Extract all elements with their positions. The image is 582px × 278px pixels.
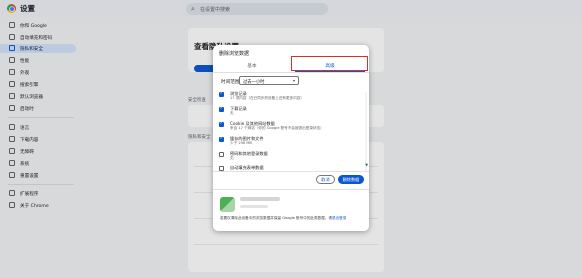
account-name-redacted [240,197,280,201]
time-range-value: 过去一小时 [243,79,265,85]
dialog-footer-text: 若要仅清除此设备中的浏览数据并保留 Google 账号中的此类数据，请退出登录 [220,216,347,220]
option-download-history[interactable]: 下载记录 无 [219,105,359,119]
checkbox-checked-icon[interactable] [219,91,224,97]
delete-data-button[interactable]: 删除数据 [338,175,364,184]
dialog-divider [213,171,369,172]
dialog-divider [213,189,369,190]
time-range-label: 时间范围 [221,80,240,85]
checkbox-checked-icon[interactable] [219,106,224,112]
highlight-box-advanced-tab [291,56,368,71]
chevron-down-icon: ▾ [292,78,295,84]
cancel-button[interactable]: 取消 [316,175,335,184]
scroll-down-arrow-icon[interactable]: ▼ [365,163,368,167]
dialog-scrollbar[interactable] [365,92,367,172]
time-range-select[interactable]: 过去一小时 ▾ [239,76,299,85]
option-browsing-history[interactable]: 浏览记录 17 项内容（在已同步的设备上还有更多内容） [219,90,359,104]
clear-browsing-data-dialog: 删除浏览数据 基本 高级 时间范围 过去一小时 ▾ 浏览记录 17 项内容（在已… [213,45,369,231]
checkbox-checked-icon[interactable] [219,136,224,142]
account-email-redacted [240,205,268,208]
option-cached-images[interactable]: 缓存的图片和文件 少于 298 MB [219,135,359,149]
sign-out-link[interactable]: 退出登录 [332,216,346,220]
tab-divider [213,72,369,73]
checkbox-checked-icon[interactable] [219,121,224,127]
checkbox-unchecked-icon[interactable] [219,152,224,157]
dialog-title: 删除浏览数据 [219,51,250,57]
tab-basic[interactable]: 基本 [213,60,291,71]
option-cookies[interactable]: Cookie 及其他网站数据 来自 17 个网站（你的 Google 账号不会被… [219,120,359,134]
avatar [220,197,235,212]
option-passwords[interactable]: 密码和其他登录数据 无 [219,150,359,164]
